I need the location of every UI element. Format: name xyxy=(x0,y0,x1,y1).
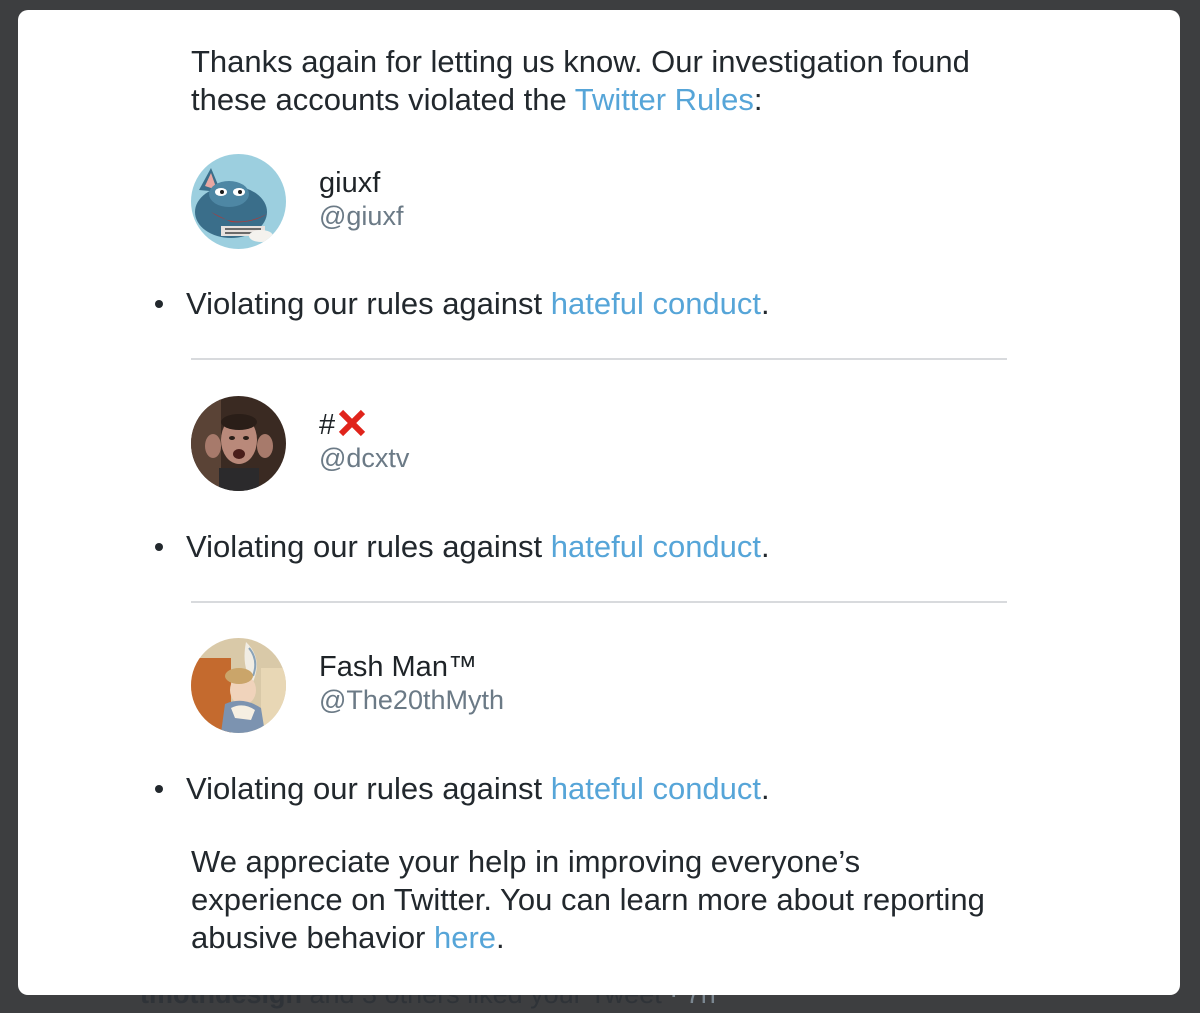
bullet-icon xyxy=(155,300,163,308)
account-card-dcxtv[interactable]: # @dcxtv xyxy=(191,396,791,492)
violation-suffix: . xyxy=(761,529,770,564)
avatar[interactable] xyxy=(191,396,286,491)
avatar-painting-image xyxy=(191,638,286,733)
intro-line-2-suffix: : xyxy=(753,82,763,117)
hateful-conduct-link[interactable]: hateful conduct xyxy=(551,529,761,564)
avatar-photo-image xyxy=(191,396,286,491)
intro-line-1: Thanks again for letting us know. Our in… xyxy=(191,44,970,79)
twitter-rules-link[interactable]: Twitter Rules xyxy=(575,82,754,117)
violation-text: Violating our rules against xyxy=(186,286,551,321)
hateful-conduct-link[interactable]: hateful conduct xyxy=(551,286,761,321)
violation-suffix: . xyxy=(761,771,770,806)
violation-text: Violating our rules against xyxy=(186,529,551,564)
avatar[interactable] xyxy=(191,638,286,733)
bullet-icon xyxy=(155,785,163,793)
red-x-icon xyxy=(339,409,366,437)
intro-line-2-text: these accounts violated the xyxy=(191,82,575,117)
display-name[interactable]: giuxf xyxy=(319,166,380,200)
display-name-text: # xyxy=(319,409,336,441)
violation-text: Violating our rules against xyxy=(186,771,551,806)
violation-suffix: . xyxy=(761,286,770,321)
bullet-icon xyxy=(155,543,163,551)
account-card-giuxf[interactable]: giuxf @giuxf xyxy=(191,154,791,250)
display-name[interactable]: Fash Man™ xyxy=(319,650,477,684)
avatar-cartoon-image xyxy=(191,154,286,249)
here-link[interactable]: here xyxy=(434,920,496,955)
closing-line-3-text: abusive behavior xyxy=(191,920,434,955)
violation-item-3: Violating our rules against hateful cond… xyxy=(155,770,770,808)
closing-line-1: We appreciate your help in improving eve… xyxy=(191,844,861,879)
account-handle[interactable]: @giuxf xyxy=(319,200,403,232)
account-handle[interactable]: @dcxtv xyxy=(319,442,409,474)
report-result-modal: Thanks again for letting us know. Our in… xyxy=(18,10,1180,995)
closing-line-2: experience on Twitter. You can learn mor… xyxy=(191,882,985,917)
intro-line-2: these accounts violated the Twitter Rule… xyxy=(191,81,763,119)
closing-line-3-suffix: . xyxy=(496,920,505,955)
divider xyxy=(191,601,1007,603)
account-handle[interactable]: @The20thMyth xyxy=(319,684,504,716)
avatar[interactable] xyxy=(191,154,286,249)
hateful-conduct-link[interactable]: hateful conduct xyxy=(551,771,761,806)
violation-item-2: Violating our rules against hateful cond… xyxy=(155,528,770,566)
display-name[interactable]: # xyxy=(319,408,367,442)
divider xyxy=(191,358,1007,360)
closing-line-3: abusive behavior here. xyxy=(191,919,505,957)
account-card-the20thmyth[interactable]: Fash Man™ @The20thMyth xyxy=(191,638,791,734)
violation-item-1: Violating our rules against hateful cond… xyxy=(155,285,770,323)
